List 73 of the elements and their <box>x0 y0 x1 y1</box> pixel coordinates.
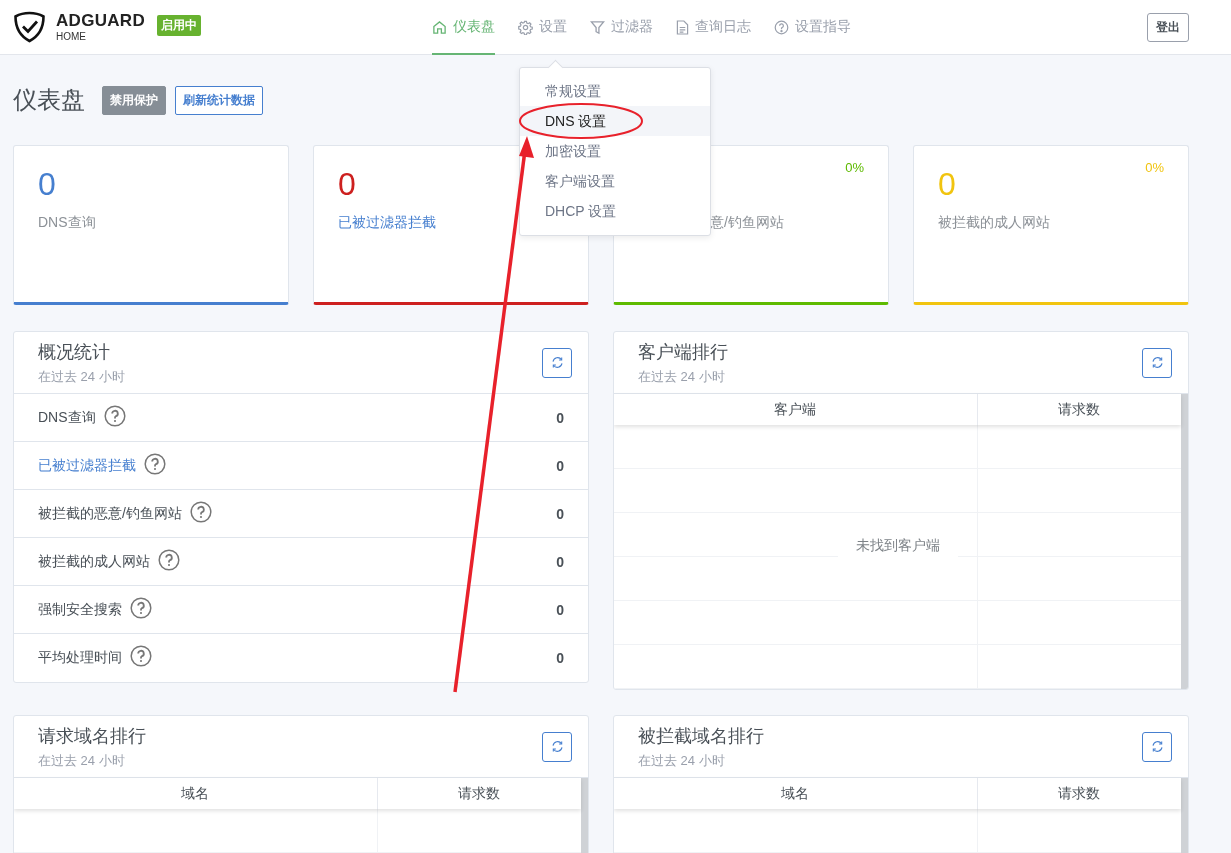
stat-count: 0 <box>556 650 564 666</box>
stat-percent: 0% <box>1145 160 1164 175</box>
shield-check-icon <box>13 11 46 43</box>
settings-icon <box>518 19 533 35</box>
status-badge: 启用中 <box>157 15 201 36</box>
panel-subtitle: 在过去 24 小时 <box>638 751 726 770</box>
nav-tab[interactable]: 过滤器 <box>590 0 653 55</box>
help-icon[interactable] <box>158 548 180 571</box>
stat-count: 0 <box>556 553 564 570</box>
help-icon[interactable] <box>103 404 126 427</box>
stat-label: DNS查询 <box>38 214 96 232</box>
stat-value: 0 <box>938 166 956 202</box>
panel-subtitle: 在过去 24 小时 <box>38 367 125 386</box>
menu-item[interactable]: DNS 设置 <box>520 106 710 136</box>
stat-label: 被拦截的成人网站 <box>38 552 150 571</box>
column-header: 客户端 <box>773 399 818 419</box>
stat-value: 0 <box>338 166 356 202</box>
menu-item[interactable]: 加密设置 <box>520 136 710 166</box>
panel-title: 请求域名排行 <box>38 724 146 748</box>
page-title: 仪表盘 <box>13 85 85 115</box>
stat-label: 强制安全搜索 <box>38 600 122 619</box>
disable-protection-button[interactable]: 禁用保护 <box>102 85 166 115</box>
stat-count: 0 <box>556 601 564 618</box>
help-icon <box>774 19 789 35</box>
panel-title: 被拦截域名排行 <box>638 724 764 748</box>
refresh-stats-button[interactable]: 刷新统计数据 <box>175 85 263 115</box>
help-icon[interactable] <box>189 500 212 523</box>
stat-count: 0 <box>556 409 564 426</box>
stat-label: 意/钓鱼网站 <box>710 214 784 232</box>
column-header: 请求数 <box>976 778 1181 809</box>
column-header: 请求数 <box>376 778 581 809</box>
refresh-button[interactable] <box>1142 731 1172 762</box>
refresh-icon <box>550 356 564 369</box>
filter-icon <box>590 19 605 35</box>
help-icon[interactable] <box>130 596 152 619</box>
refresh-button[interactable] <box>1142 347 1172 378</box>
refresh-icon <box>550 740 564 753</box>
brand-subtitle: HOME <box>56 32 87 42</box>
stat-count: 0 <box>556 505 564 522</box>
nav-tab[interactable]: 仪表盘 <box>432 0 495 55</box>
nav-tab[interactable]: 查询日志 <box>676 0 751 55</box>
help-icon[interactable] <box>130 645 152 667</box>
brand-name: ADGUARD <box>56 12 145 29</box>
stat-label: DNS查询 <box>38 408 96 427</box>
refresh-button[interactable] <box>542 731 572 762</box>
menu-item[interactable]: DHCP 设置 <box>520 196 710 226</box>
stat-value: 0 <box>38 166 56 202</box>
nav-tab[interactable]: 设置指导 <box>774 0 851 55</box>
logout-button[interactable]: 登出 <box>1147 12 1189 42</box>
refresh-icon <box>1150 740 1164 753</box>
help-icon[interactable] <box>144 452 166 475</box>
document-icon <box>676 19 689 35</box>
column-header: 域名 <box>180 783 211 803</box>
refresh-icon <box>1150 356 1164 369</box>
stat-percent: 0% <box>845 160 864 175</box>
menu-item[interactable]: 常规设置 <box>520 76 710 106</box>
scrollbar[interactable] <box>1181 394 1188 689</box>
panel-title: 客户端排行 <box>638 340 728 364</box>
column-header: 请求数 <box>976 394 1181 425</box>
panel-subtitle: 在过去 24 小时 <box>638 367 726 386</box>
stat-count: 0 <box>556 457 564 474</box>
nav-tab[interactable]: 设置 <box>518 0 567 55</box>
home-icon <box>432 19 447 35</box>
stat-label: 被拦截的恶意/钓鱼网站 <box>38 504 182 523</box>
menu-item[interactable]: 客户端设置 <box>520 166 710 196</box>
stat-link[interactable]: 已被过滤器拦截 <box>38 456 136 475</box>
stat-link[interactable]: 已被过滤器拦截 <box>338 214 436 232</box>
stat-label: 被拦截的成人网站 <box>938 214 1050 232</box>
panel-title: 概况统计 <box>38 340 111 364</box>
refresh-button[interactable] <box>542 347 572 378</box>
panel-subtitle: 在过去 24 小时 <box>38 751 126 770</box>
column-header: 域名 <box>780 783 811 803</box>
stat-label: 平均处理时间 <box>38 649 122 667</box>
